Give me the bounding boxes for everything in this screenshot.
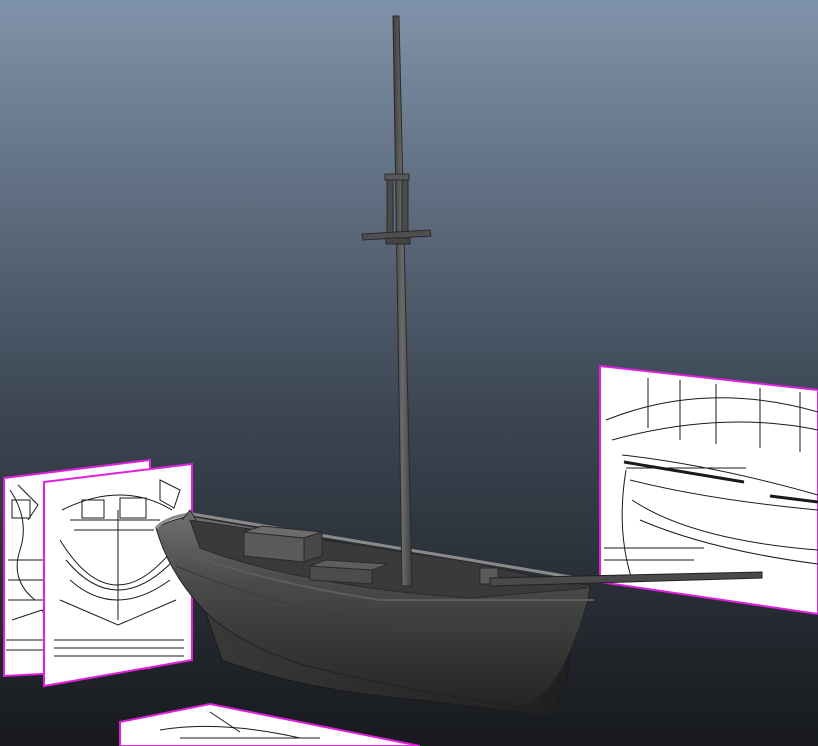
blueprint-plane-front[interactable]: [43, 462, 193, 688]
viewport-canvas[interactable]: [0, 0, 818, 746]
3d-viewport[interactable]: [0, 0, 818, 746]
